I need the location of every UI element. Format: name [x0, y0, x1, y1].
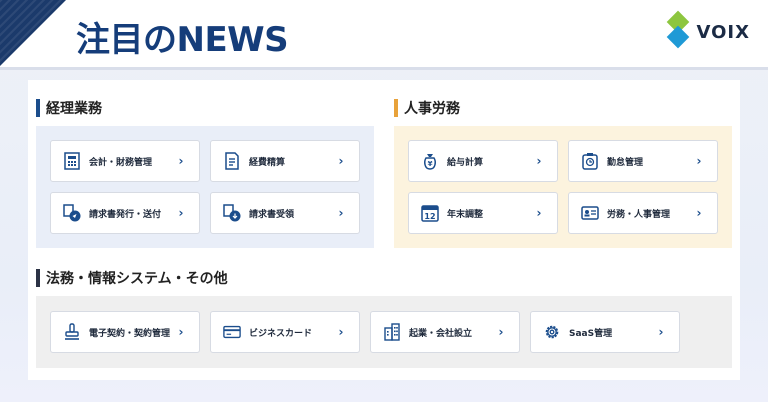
- card-expense[interactable]: 経費精算 ›: [210, 140, 360, 182]
- chevron-right-icon: ›: [536, 206, 542, 220]
- card-label: 請求書発行・送付: [89, 209, 162, 220]
- card-label: 請求書受領: [249, 209, 295, 220]
- invoice-send-icon: [63, 204, 81, 222]
- card-label: 起業・会社設立: [409, 328, 473, 339]
- card-label: 経費精算: [249, 157, 286, 168]
- card-hr-management[interactable]: 労務・人事管理 ›: [568, 192, 718, 234]
- hr-box: ¥ 給与計算 › 勤怠管理 › 12 年末調整 › 労務・人事管理 ›: [394, 126, 732, 248]
- chevron-right-icon: ›: [658, 325, 664, 339]
- voix-logo-text: VOIX: [696, 21, 750, 43]
- chevron-right-icon: ›: [178, 325, 184, 339]
- card-label: 年末調整: [447, 209, 484, 220]
- stamp-icon: [63, 323, 81, 341]
- card-invoice-send[interactable]: 請求書発行・送付 ›: [50, 192, 200, 234]
- card-label: 電子契約・契約管理: [89, 328, 171, 339]
- chevron-right-icon: ›: [696, 154, 702, 168]
- news-panel: 経理業務 会計・財務管理 › 経費精算 › 請求書発行・送付 › 請求書受領 ›…: [28, 80, 740, 380]
- card-label: 会計・財務管理: [89, 157, 153, 168]
- card-label: 給与計算: [447, 157, 484, 168]
- svg-text:¥: ¥: [428, 160, 433, 168]
- id-card-icon: [581, 204, 599, 222]
- section-title-hr: 人事労務: [394, 98, 460, 118]
- chevron-right-icon: ›: [178, 154, 184, 168]
- credit-card-icon: [223, 323, 241, 341]
- voix-logo[interactable]: VOIX: [665, 10, 751, 50]
- chevron-right-icon: ›: [338, 325, 344, 339]
- gear-icon: [543, 323, 561, 341]
- building-icon: [383, 323, 401, 341]
- chevron-right-icon: ›: [498, 325, 504, 339]
- section-title-accounting: 経理業務: [36, 98, 102, 118]
- invoice-receive-icon: [223, 204, 241, 222]
- legal-box: 電子契約・契約管理 › ビジネスカード › 起業・会社設立 › SaaS管理 ›: [36, 296, 732, 368]
- voix-logo-icon: [665, 10, 691, 50]
- svg-text:12: 12: [424, 212, 435, 221]
- section-title-accounting-text: 経理業務: [46, 101, 102, 117]
- receipt-icon: [223, 152, 241, 170]
- card-invoice-receive[interactable]: 請求書受領 ›: [210, 192, 360, 234]
- header: 注目のNEWS VOIX: [0, 0, 768, 68]
- chevron-right-icon: ›: [178, 206, 184, 220]
- card-payroll[interactable]: ¥ 給与計算 ›: [408, 140, 558, 182]
- chevron-right-icon: ›: [696, 206, 702, 220]
- card-company-setup[interactable]: 起業・会社設立 ›: [370, 311, 520, 353]
- chevron-right-icon: ›: [338, 154, 344, 168]
- card-saas-management[interactable]: SaaS管理 ›: [530, 311, 680, 353]
- section-title-hr-text: 人事労務: [404, 101, 460, 117]
- card-e-contract[interactable]: 電子契約・契約管理 ›: [50, 311, 200, 353]
- page-title: 注目のNEWS: [76, 20, 289, 60]
- card-year-end[interactable]: 12 年末調整 ›: [408, 192, 558, 234]
- header-divider: [0, 67, 768, 70]
- calendar-12-icon: 12: [421, 204, 439, 222]
- chevron-right-icon: ›: [536, 154, 542, 168]
- card-label: 勤怠管理: [607, 157, 644, 168]
- card-business-card[interactable]: ビジネスカード ›: [210, 311, 360, 353]
- section-title-legal: 法務・情報システム・その他: [36, 268, 228, 288]
- payroll-bag-icon: ¥: [421, 152, 439, 170]
- section-title-legal-text: 法務・情報システム・その他: [46, 271, 228, 287]
- accounting-box: 会計・財務管理 › 経費精算 › 請求書発行・送付 › 請求書受領 ›: [36, 126, 374, 248]
- card-accounting-finance[interactable]: 会計・財務管理 ›: [50, 140, 200, 182]
- card-label: SaaS管理: [569, 328, 613, 339]
- card-attendance[interactable]: 勤怠管理 ›: [568, 140, 718, 182]
- clock-icon: [581, 152, 599, 170]
- card-label: 労務・人事管理: [607, 209, 671, 220]
- card-label: ビジネスカード: [249, 328, 313, 339]
- chevron-right-icon: ›: [338, 206, 344, 220]
- calculator-icon: [63, 152, 81, 170]
